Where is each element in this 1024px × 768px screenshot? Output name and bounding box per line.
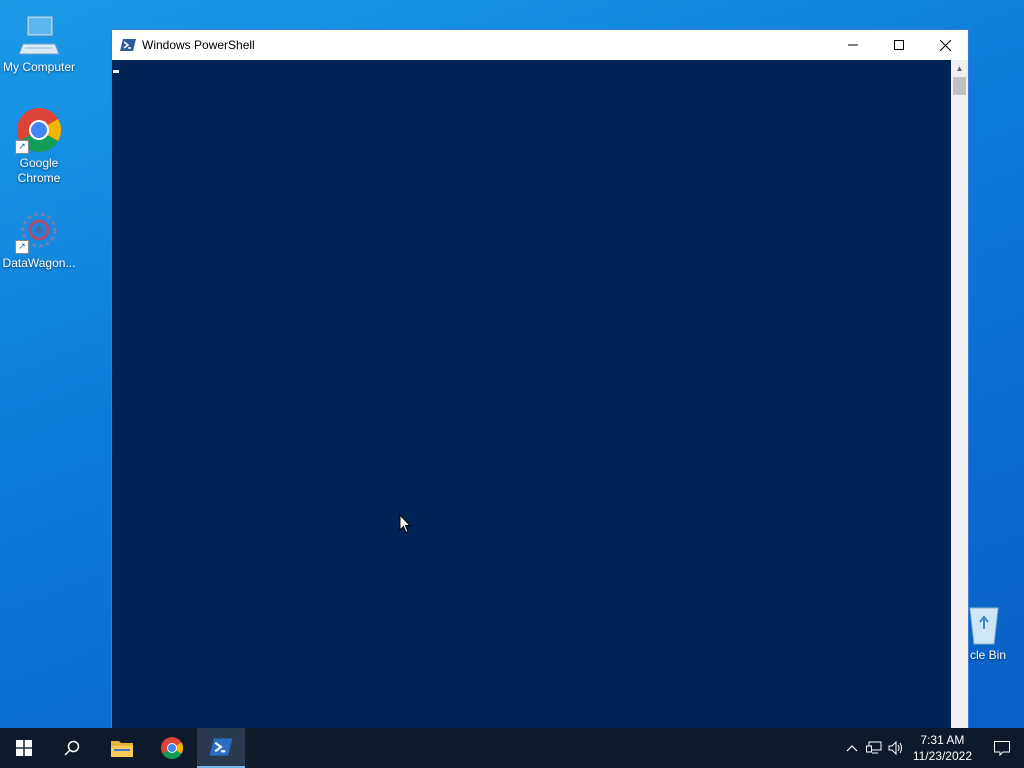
scrollbar-thumb[interactable] [953,77,966,95]
search-icon [64,740,80,756]
my-computer-icon [15,10,63,58]
clock-date: 11/23/2022 [912,749,972,763]
folder-icon [111,741,133,757]
console-area[interactable] [112,60,952,728]
powershell-icon [209,738,233,756]
clock-time: 7:31 AM [920,733,965,747]
maximize-button[interactable] [876,30,922,60]
chevron-up-icon [846,745,858,752]
system-tray: 7:31 AM 11/23/2022 [841,728,1024,768]
chrome-icon [161,737,183,759]
action-center-button[interactable] [980,728,1024,768]
show-hidden-icons-button[interactable] [841,728,863,768]
desktop-icon-label: DataWagon... [2,256,76,270]
network-button[interactable] [863,728,885,768]
text-cursor [113,70,119,73]
vertical-scrollbar[interactable]: ▲ [951,60,968,728]
network-icon [865,741,882,754]
volume-button[interactable] [885,728,907,768]
scroll-up-arrow-icon[interactable]: ▲ [951,60,968,77]
search-button[interactable] [48,728,96,768]
volume-icon [888,741,902,755]
maximize-icon [894,40,904,50]
shortcut-arrow-icon: ↗ [15,140,29,154]
notification-icon [994,740,1010,756]
taskbar-powershell[interactable] [197,728,245,768]
minimize-button[interactable] [830,30,876,60]
taskbar-file-explorer[interactable] [98,728,146,768]
datawagon-icon: ↗ [15,206,63,254]
desktop-icon-my-computer[interactable]: My Computer [0,10,78,75]
close-icon [939,39,951,51]
desktop-icon-label: My Computer [2,60,76,74]
start-button[interactable] [0,728,48,768]
mouse-pointer-icon [399,513,412,539]
desktop-icon-google-chrome[interactable]: ↗ Google Chrome [0,106,78,186]
title-bar[interactable]: Windows PowerShell [112,30,968,60]
powershell-icon [120,37,136,53]
windows-start-icon [16,740,32,756]
desktop-icon-datawagon[interactable]: ↗ DataWagon... [0,206,78,271]
taskbar-chrome[interactable] [148,728,196,768]
minimize-icon [848,44,858,46]
close-button[interactable] [922,30,968,60]
powershell-window[interactable]: Windows PowerShell ▲ [111,29,969,728]
window-title: Windows PowerShell [142,38,255,52]
chrome-icon: ↗ [15,106,63,154]
taskbar: 7:31 AM 11/23/2022 [0,728,1024,768]
desktop-icon-label: Google Chrome [17,156,61,185]
shortcut-arrow-icon: ↗ [15,240,29,254]
clock[interactable]: 7:31 AM 11/23/2022 [913,732,972,764]
